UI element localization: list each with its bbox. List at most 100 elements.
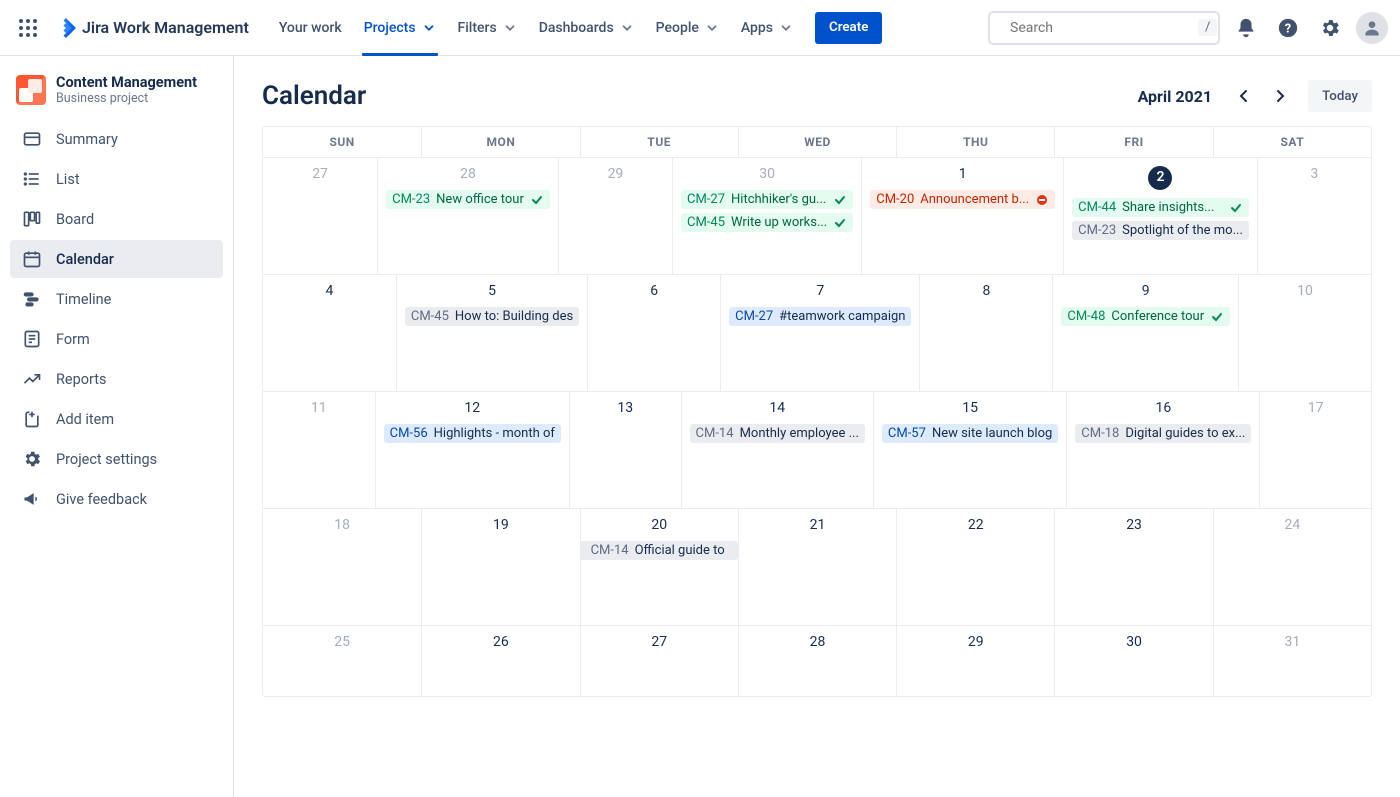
day-cell[interactable]: 23 — [1054, 509, 1212, 625]
notifications-icon[interactable] — [1230, 12, 1262, 44]
chevron-down-icon — [779, 21, 793, 35]
help-icon[interactable]: ? — [1272, 12, 1304, 44]
sidebar-feedback[interactable]: Give feedback — [10, 480, 223, 518]
day-cell[interactable]: 7 CM-27 #teamwork campaign — [720, 275, 919, 391]
megaphone-icon — [22, 489, 42, 509]
chevron-down-icon — [422, 21, 436, 35]
settings-icon[interactable] — [1314, 12, 1346, 44]
dow-thu: THU — [896, 127, 1054, 157]
nav-people[interactable]: People — [646, 0, 729, 56]
check-icon — [833, 217, 847, 229]
nav-filters[interactable]: Filters — [448, 0, 527, 56]
profile-avatar[interactable] — [1356, 12, 1388, 44]
calendar-event[interactable]: CM-45 Write up works... — [681, 213, 853, 232]
day-cell[interactable]: 5 CM-45 How to: Building des — [396, 275, 587, 391]
day-cell[interactable]: 2 CM-44 Share insights... CM-23 Spotligh… — [1063, 158, 1257, 274]
product-logo[interactable]: Jira Work Management — [48, 18, 257, 38]
calendar-event[interactable]: CM-14 Official guide to — [581, 541, 738, 560]
calendar-grid: SUN MON TUE WED THU FRI SAT 27 28 CM-23 … — [262, 126, 1372, 697]
today-button[interactable]: Today — [1308, 80, 1372, 112]
sidebar-reports[interactable]: Reports — [10, 360, 223, 398]
day-cell[interactable]: 9 CM-48 Conference tour — [1052, 275, 1238, 391]
calendar-event[interactable]: CM-45 How to: Building des — [405, 307, 579, 326]
calendar-event[interactable]: CM-20 Announcement b... — [870, 190, 1055, 209]
day-cell[interactable]: 8 — [919, 275, 1052, 391]
day-cell[interactable]: 29 — [896, 626, 1054, 696]
calendar-event[interactable]: CM-18 Digital guides to ex... — [1075, 424, 1251, 443]
day-cell[interactable]: 24 — [1213, 509, 1371, 625]
calendar-event[interactable]: CM-14 Monthly employee ... — [690, 424, 865, 443]
project-type: Business project — [56, 91, 197, 106]
calendar-event[interactable]: CM-44 Share insights... — [1072, 198, 1249, 217]
day-cell[interactable]: 25 — [263, 626, 421, 696]
next-month-button[interactable] — [1264, 80, 1296, 112]
day-cell[interactable]: 1 CM-20 Announcement b... — [861, 158, 1063, 274]
sidebar: Content Management Business project Summ… — [0, 56, 234, 797]
day-cell[interactable]: 28 — [738, 626, 896, 696]
day-cell[interactable]: 10 — [1238, 275, 1371, 391]
nav-apps[interactable]: Apps — [731, 0, 803, 56]
summary-icon — [22, 129, 42, 149]
sidebar-list[interactable]: List — [10, 160, 223, 198]
day-cell[interactable]: 30 — [1054, 626, 1212, 696]
calendar-event[interactable]: CM-48 Conference tour — [1061, 307, 1230, 326]
chevron-down-icon — [503, 21, 517, 35]
day-cell[interactable]: 17 — [1259, 392, 1371, 508]
app-switcher-icon[interactable] — [12, 12, 44, 44]
day-cell[interactable]: 16 CM-18 Digital guides to ex... — [1066, 392, 1259, 508]
day-cell[interactable]: 11 — [263, 392, 375, 508]
sidebar-timeline[interactable]: Timeline — [10, 280, 223, 318]
nav-projects[interactable]: Projects — [354, 0, 446, 56]
calendar-event[interactable]: CM-23 Spotlight of the mo... — [1072, 221, 1249, 240]
chevron-right-icon — [1272, 88, 1288, 104]
check-icon — [833, 194, 847, 206]
calendar-event[interactable]: CM-57 New site launch blog — [882, 424, 1058, 443]
dow-tue: TUE — [580, 127, 738, 157]
day-cell[interactable]: 22 — [896, 509, 1054, 625]
day-cell[interactable]: 4 — [263, 275, 396, 391]
day-cell[interactable]: 28 CM-23 New office tour — [377, 158, 558, 274]
blocker-icon — [1035, 194, 1049, 206]
day-cell[interactable]: 29 — [558, 158, 672, 274]
add-item-icon — [22, 409, 42, 429]
calendar-event[interactable]: CM-56 Highlights - month of — [384, 424, 561, 443]
day-cell[interactable]: 31 — [1213, 626, 1371, 696]
day-cell[interactable]: 12 CM-56 Highlights - month of — [375, 392, 569, 508]
day-cell[interactable]: 30 CM-27 Hitchhiker's gu... CM-45 Write … — [672, 158, 861, 274]
day-cell[interactable]: 13 — [569, 392, 681, 508]
calendar-event[interactable]: CM-27 Hitchhiker's gu... — [681, 190, 853, 209]
day-cell[interactable]: 27 — [580, 626, 738, 696]
reports-icon — [22, 369, 42, 389]
day-cell[interactable]: 6 — [587, 275, 720, 391]
nav-dashboards[interactable]: Dashboards — [529, 0, 644, 56]
day-cell[interactable]: 27 — [263, 158, 377, 274]
check-icon — [1210, 311, 1224, 323]
sidebar-summary[interactable]: Summary — [10, 120, 223, 158]
day-cell[interactable]: 20 CM-14 Official guide to — [580, 509, 738, 625]
sidebar-add-item[interactable]: Add item — [10, 400, 223, 438]
prev-month-button[interactable] — [1228, 80, 1260, 112]
search-shortcut: / — [1198, 19, 1217, 36]
day-cell[interactable]: 19 — [421, 509, 579, 625]
gear-icon — [22, 449, 42, 469]
day-cell[interactable]: 18 — [263, 509, 421, 625]
project-header[interactable]: Content Management Business project — [10, 74, 223, 118]
nav-your-work[interactable]: Your work — [269, 0, 352, 56]
sidebar-form[interactable]: Form — [10, 320, 223, 358]
search-box[interactable]: / — [988, 11, 1220, 45]
sidebar-board[interactable]: Board — [10, 200, 223, 238]
calendar-event[interactable]: CM-23 New office tour — [386, 190, 550, 209]
sidebar-calendar[interactable]: Calendar — [10, 240, 223, 278]
day-cell[interactable]: 14 CM-14 Monthly employee ... — [681, 392, 873, 508]
day-cell[interactable]: 26 — [421, 626, 579, 696]
day-cell[interactable]: 3 — [1257, 158, 1371, 274]
product-name: Jira Work Management — [82, 18, 249, 37]
sidebar-settings[interactable]: Project settings — [10, 440, 223, 478]
check-icon — [1229, 202, 1243, 214]
create-button[interactable]: Create — [815, 12, 882, 44]
chevron-left-icon — [1236, 88, 1252, 104]
search-input[interactable] — [1008, 19, 1190, 37]
calendar-event[interactable]: CM-27 #teamwork campaign — [729, 307, 911, 326]
day-cell[interactable]: 15 CM-57 New site launch blog — [873, 392, 1066, 508]
day-cell[interactable]: 21 — [738, 509, 896, 625]
